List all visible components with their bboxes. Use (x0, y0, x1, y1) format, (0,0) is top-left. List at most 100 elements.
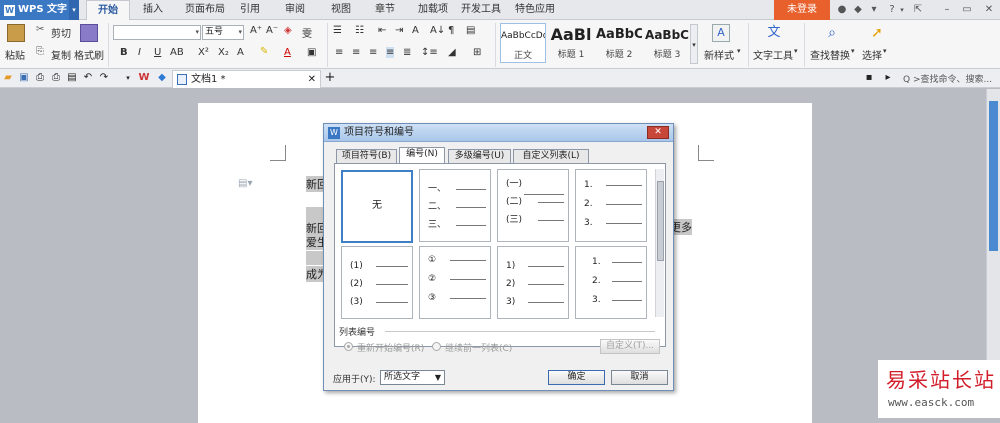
style-normal[interactable]: AaBbCcDd 正文 (500, 23, 546, 63)
tab-view[interactable]: 视图 (326, 0, 356, 20)
font-name-combo[interactable]: ▾ (113, 25, 201, 40)
paragraph-options-icon[interactable]: ▤▾ (238, 178, 252, 189)
tab-custom-list[interactable]: 自定义列表(L) (513, 149, 589, 163)
tab-chapter[interactable]: 章节 (370, 0, 400, 20)
continue-list-radio[interactable] (432, 342, 441, 351)
tab-numbering[interactable]: 编号(N) (399, 147, 445, 164)
subscript-icon[interactable]: X₂ (218, 47, 229, 58)
show-marks-icon[interactable]: ¶ (448, 25, 454, 36)
tab-bullets[interactable]: 项目符号(B) (336, 149, 397, 163)
justify-icon[interactable]: ≡ (386, 47, 395, 58)
save-icon[interactable]: ▣ (18, 72, 30, 84)
text-tools-label[interactable]: 文字工具 (753, 47, 793, 62)
italic-button[interactable]: I (138, 47, 141, 58)
cut-label[interactable]: 剪切 (51, 25, 71, 40)
cloud-icon[interactable]: ◆ (156, 72, 168, 84)
redo-icon[interactable]: ↷ (98, 72, 110, 84)
numbered-list-icon[interactable]: ☷ (355, 25, 364, 36)
paste-icon[interactable] (7, 24, 25, 42)
font-size-combo[interactable]: 五号 ▾ (202, 25, 244, 40)
skin-icon[interactable]: ● (836, 4, 848, 16)
increase-indent-icon[interactable]: ⇥ (395, 25, 403, 36)
align-center-icon[interactable]: ≡ (352, 47, 360, 58)
settings-icon[interactable]: ▾ (868, 4, 880, 16)
minimize-icon[interactable]: – (941, 4, 953, 16)
select-cursor-icon[interactable]: ➚ (868, 24, 886, 42)
restore-ribbon-icon[interactable]: ⇱ (912, 4, 924, 16)
chevron-down-icon[interactable]: ▾ (794, 47, 798, 55)
char-shading-icon[interactable]: ▣ (307, 47, 316, 58)
numbering-option[interactable]: 一、 二、 三、 (419, 169, 491, 242)
tab-insert[interactable]: 插入 (134, 0, 172, 20)
copy-icon[interactable]: ⎘ (36, 46, 44, 57)
help-icon[interactable]: ? (886, 4, 898, 16)
close-icon[interactable]: ✕ (647, 126, 669, 139)
chevron-down-icon[interactable]: ▾ (851, 47, 855, 55)
style-heading-3[interactable]: AaBbC 标题 3 (644, 23, 690, 63)
app-menu-button[interactable]: W WPS 文字 ▾ (0, 0, 79, 20)
dialog-title-bar[interactable]: W 项目符号和编号 ✕ (324, 124, 673, 142)
tab-home[interactable]: 开始 (86, 0, 130, 21)
new-tab-icon[interactable]: + (324, 71, 336, 84)
select-label[interactable]: 选择 (862, 47, 882, 62)
superscript-icon[interactable]: X² (198, 47, 209, 58)
pdf-icon[interactable]: ▤ (66, 72, 78, 84)
apply-to-select[interactable]: 所选文字 ▼ (380, 370, 445, 385)
font-color-icon[interactable]: A (284, 47, 291, 58)
sort-icon[interactable]: A↓ (430, 25, 445, 36)
tab-special-apps[interactable]: 特色应用 (510, 0, 560, 20)
border-grid-icon[interactable]: ⊞ (473, 47, 481, 58)
ok-button[interactable]: 确定 (548, 370, 605, 385)
copy-label[interactable]: 复制 (51, 47, 71, 62)
new-style-icon[interactable]: A (712, 24, 730, 42)
tab-multilevel[interactable]: 多级编号(U) (448, 149, 511, 163)
underline-button[interactable]: U (154, 47, 161, 58)
tab-addins[interactable]: 加载项 (413, 0, 453, 20)
close-icon[interactable]: ✕ (983, 4, 995, 16)
clear-format-icon[interactable]: ◈ (284, 25, 292, 36)
numbering-option[interactable]: 1. 2. 3. (575, 246, 647, 319)
shrink-font-icon[interactable]: A⁻ (266, 25, 278, 36)
new-style-label[interactable]: 新样式 (704, 47, 734, 62)
align-right-icon[interactable]: ≡ (369, 47, 377, 58)
style-heading-1[interactable]: AaBl 标题 1 (548, 23, 594, 63)
wps-home-icon[interactable]: W (138, 72, 150, 84)
chinese-layout-icon[interactable]: A (412, 25, 419, 36)
scrollbar-thumb[interactable] (657, 181, 664, 261)
styles-gallery-more-icon[interactable]: ▾ (690, 24, 698, 64)
bold-button[interactable]: B (120, 47, 128, 58)
tab-developer[interactable]: 开发工具 (458, 0, 504, 20)
numbering-option[interactable]: (1) (2) (3) (341, 246, 413, 319)
quick-access-dropdown-icon[interactable]: ▾ (122, 72, 134, 84)
open-icon[interactable]: ▰ (2, 72, 14, 84)
cancel-button[interactable]: 取消 (611, 370, 668, 385)
paste-label[interactable]: 粘贴 (5, 47, 25, 62)
customize-button[interactable]: 自定义(T)... (600, 339, 660, 354)
borders-icon[interactable]: ▤ (466, 25, 475, 36)
numbering-option[interactable]: 1) 2) 3) (497, 246, 569, 319)
comment-icon[interactable]: ▪ (863, 72, 875, 84)
cut-icon[interactable]: ✂ (36, 24, 44, 35)
print-icon[interactable]: ⎙ (50, 72, 62, 84)
find-replace-icon[interactable]: ⌕ (823, 24, 841, 42)
text-tools-icon[interactable]: 文 (765, 24, 783, 42)
align-left-icon[interactable]: ≡ (335, 47, 343, 58)
distributed-icon[interactable]: ≣ (403, 47, 411, 58)
pinyin-icon[interactable]: 雯 (302, 25, 312, 40)
highlight-icon[interactable]: ✎ (260, 46, 268, 57)
feedback-icon[interactable]: ◆ (852, 4, 864, 16)
tab-references[interactable]: 引用 (235, 0, 265, 20)
grow-font-icon[interactable]: A⁺ (250, 25, 262, 36)
numbering-option[interactable]: 1. 2. 3. (575, 169, 647, 242)
tab-review[interactable]: 审阅 (280, 0, 310, 20)
line-spacing-icon[interactable]: ↕≡ (421, 47, 438, 58)
gallery-scrollbar[interactable] (655, 169, 664, 317)
strikethrough-icon[interactable]: AB (170, 47, 184, 58)
maximize-icon[interactable]: ▭ (961, 4, 973, 16)
numbering-option-none[interactable]: 无 (341, 170, 413, 243)
chevron-down-icon[interactable]: ▾ (883, 47, 887, 55)
shading-icon[interactable]: ◢ (448, 47, 456, 58)
command-search-box[interactable]: Q >查找命令、搜索... (903, 72, 992, 85)
find-replace-label[interactable]: 查找替换 (810, 47, 850, 62)
document-tab[interactable]: 文档1 * ✕ (172, 70, 321, 88)
